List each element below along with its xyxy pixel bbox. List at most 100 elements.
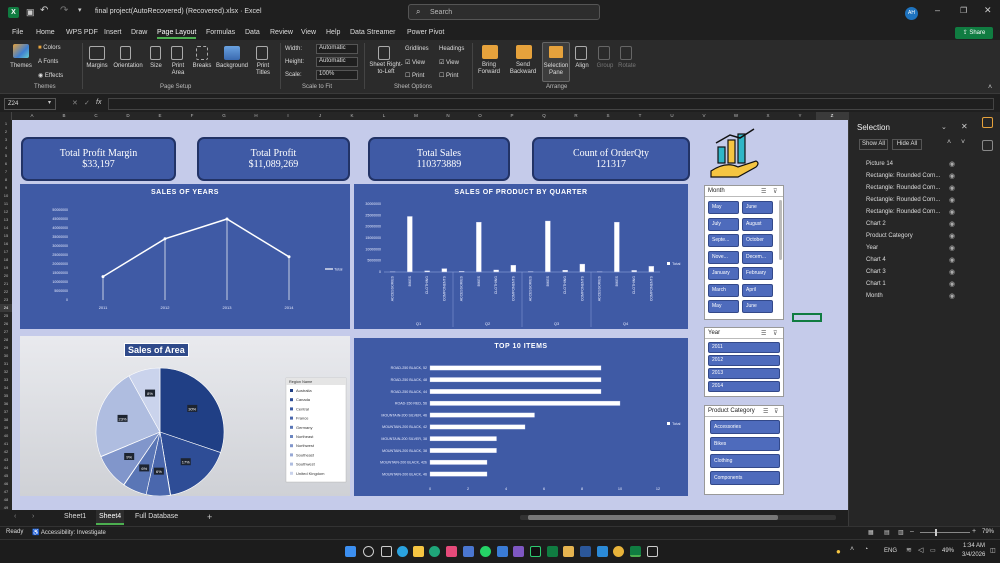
row-header[interactable]: 4: [0, 144, 12, 152]
app-pycharm-icon[interactable]: [530, 546, 541, 557]
save-icon[interactable]: ▣: [26, 7, 35, 18]
slicer-item-month[interactable]: February: [742, 267, 773, 280]
column-header[interactable]: C: [80, 112, 112, 120]
align-button[interactable]: Align: [572, 63, 592, 70]
row-header[interactable]: 30: [0, 352, 12, 360]
app-mail-icon[interactable]: [497, 546, 508, 557]
row-header[interactable]: 19: [0, 264, 12, 272]
selection-list-item[interactable]: Chart 1 ◉: [849, 279, 973, 290]
send-backward-button[interactable]: Send Backward: [506, 62, 540, 76]
slicer-item-month[interactable]: January: [708, 267, 739, 280]
row-header[interactable]: 38: [0, 416, 12, 424]
row-header[interactable]: 46: [0, 480, 12, 488]
breaks-icon[interactable]: [196, 46, 208, 60]
menu-help[interactable]: Help: [326, 29, 340, 36]
row-header[interactable]: 27: [0, 328, 12, 336]
minimize-icon[interactable]: –: [935, 5, 940, 15]
column-header[interactable]: S: [592, 112, 624, 120]
column-header[interactable]: L: [368, 112, 400, 120]
slicer-item-category[interactable]: Accessories: [710, 420, 780, 434]
colors-button[interactable]: ■ Colors: [38, 45, 61, 51]
height-select[interactable]: Automatic: [316, 57, 358, 67]
headings-view-checkbox[interactable]: ☑ View: [439, 59, 459, 66]
column-header[interactable]: A: [16, 112, 48, 120]
formula-input[interactable]: [108, 98, 994, 110]
chart-sales-of-years[interactable]: SALES OF YEARS 0 5000000 10000000 15000000 2…: [20, 184, 350, 329]
select-all-corner[interactable]: [0, 112, 12, 120]
active-cell[interactable]: [792, 313, 822, 322]
slicer-year[interactable]: Year ☰ ⊽ 2011 2012 2013 2014: [704, 327, 784, 397]
customize-quick-access-icon[interactable]: ▾: [78, 6, 82, 14]
row-header[interactable]: 40: [0, 432, 12, 440]
tray-app-icon[interactable]: ◔: [864, 546, 868, 553]
zoom-out-icon[interactable]: –: [910, 528, 914, 535]
pane-options-icon[interactable]: ⌄: [941, 123, 947, 131]
slicer-item-month[interactable]: August: [742, 217, 773, 231]
slicer-item-category[interactable]: Bikes: [710, 437, 780, 451]
row-header[interactable]: 28: [0, 336, 12, 344]
visibility-eye-icon[interactable]: ◉: [949, 256, 955, 264]
tab-sheet4[interactable]: Sheet4: [96, 510, 125, 525]
column-header[interactable]: K: [336, 112, 368, 120]
zoom-in-icon[interactable]: +: [972, 528, 976, 535]
menu-home[interactable]: Home: [36, 29, 55, 36]
kpi-total-profit-margin[interactable]: Total Profit Margin $33,197: [21, 137, 176, 181]
row-header[interactable]: 45: [0, 472, 12, 480]
row-header[interactable]: 20: [0, 272, 12, 280]
slicer-item-month[interactable]: May: [708, 201, 739, 214]
horizontal-scrollbar[interactable]: [520, 515, 836, 520]
clock-time[interactable]: 1:34 AM: [963, 543, 985, 549]
chart-sales-of-area[interactable]: Sales of Area 30% 17% 6% 6% 9% 23% 8% Region Na…: [20, 336, 350, 496]
menu-wps-pdf[interactable]: WPS PDF: [66, 29, 98, 36]
restore-icon[interactable]: ❐: [960, 6, 967, 15]
menu-data[interactable]: Data: [245, 29, 260, 36]
column-header[interactable]: Z: [816, 112, 848, 120]
slicer-item-year[interactable]: 2013: [708, 368, 780, 379]
visibility-eye-icon[interactable]: ◉: [949, 268, 955, 276]
row-header[interactable]: 7: [0, 168, 12, 176]
page-layout-view-icon[interactable]: ▤: [884, 529, 890, 536]
collapse-ribbon-icon[interactable]: ˄: [988, 84, 992, 91]
app-powerpoint-icon[interactable]: [597, 546, 608, 557]
row-header[interactable]: 34: [0, 384, 12, 392]
menu-insert[interactable]: Insert: [104, 29, 122, 36]
row-header[interactable]: 37: [0, 408, 12, 416]
menu-draw[interactable]: Draw: [131, 29, 147, 36]
print-titles-icon[interactable]: [256, 46, 268, 60]
language-indicator[interactable]: ENG: [884, 548, 897, 554]
app-misc-icon[interactable]: [647, 546, 658, 557]
selection-list-item[interactable]: Rectangle: Rounded Corn... ◉: [849, 195, 973, 206]
row-header[interactable]: 33: [0, 376, 12, 384]
kpi-total-sales[interactable]: Total Sales 110373889: [368, 137, 510, 181]
row-header[interactable]: 41: [0, 440, 12, 448]
bring-forward-button[interactable]: Bring Forward: [474, 62, 504, 76]
clear-filter-icon[interactable]: ⊽: [773, 330, 777, 337]
menu-view[interactable]: View: [301, 29, 316, 36]
visibility-eye-icon[interactable]: ◉: [949, 172, 955, 180]
app-telegram-icon[interactable]: [397, 546, 408, 557]
accessibility-status[interactable]: ♿ Accessibility: Investigate: [32, 529, 106, 536]
menu-review[interactable]: Review: [270, 29, 293, 36]
slicer-item-month[interactable]: Septe...: [708, 234, 739, 247]
page-break-view-icon[interactable]: ▥: [898, 529, 904, 536]
slicer-item-month[interactable]: Nove...: [708, 250, 739, 264]
enter-icon[interactable]: ✓: [84, 99, 90, 107]
show-all-button[interactable]: Show All: [859, 139, 888, 150]
row-header[interactable]: 26: [0, 320, 12, 328]
app-word-icon[interactable]: [580, 546, 591, 557]
task-view-icon[interactable]: [381, 546, 392, 557]
tray-overflow-icon[interactable]: ˄: [850, 546, 854, 553]
slicer-item-month[interactable]: October: [742, 234, 773, 247]
zoom-slider[interactable]: [920, 529, 970, 536]
row-header[interactable]: 17: [0, 248, 12, 256]
slicer-item-month[interactable]: June: [742, 300, 773, 313]
app-folder-icon[interactable]: [563, 546, 574, 557]
slicer-item-year[interactable]: 2014: [708, 381, 780, 392]
column-header[interactable]: T: [624, 112, 656, 120]
column-header[interactable]: X: [752, 112, 784, 120]
align-icon[interactable]: [575, 46, 587, 60]
row-header[interactable]: 44: [0, 464, 12, 472]
kpi-total-profit[interactable]: Total Profit $11,089,269: [197, 137, 350, 181]
scroll-thumb[interactable]: [528, 515, 778, 520]
row-header[interactable]: 29: [0, 344, 12, 352]
